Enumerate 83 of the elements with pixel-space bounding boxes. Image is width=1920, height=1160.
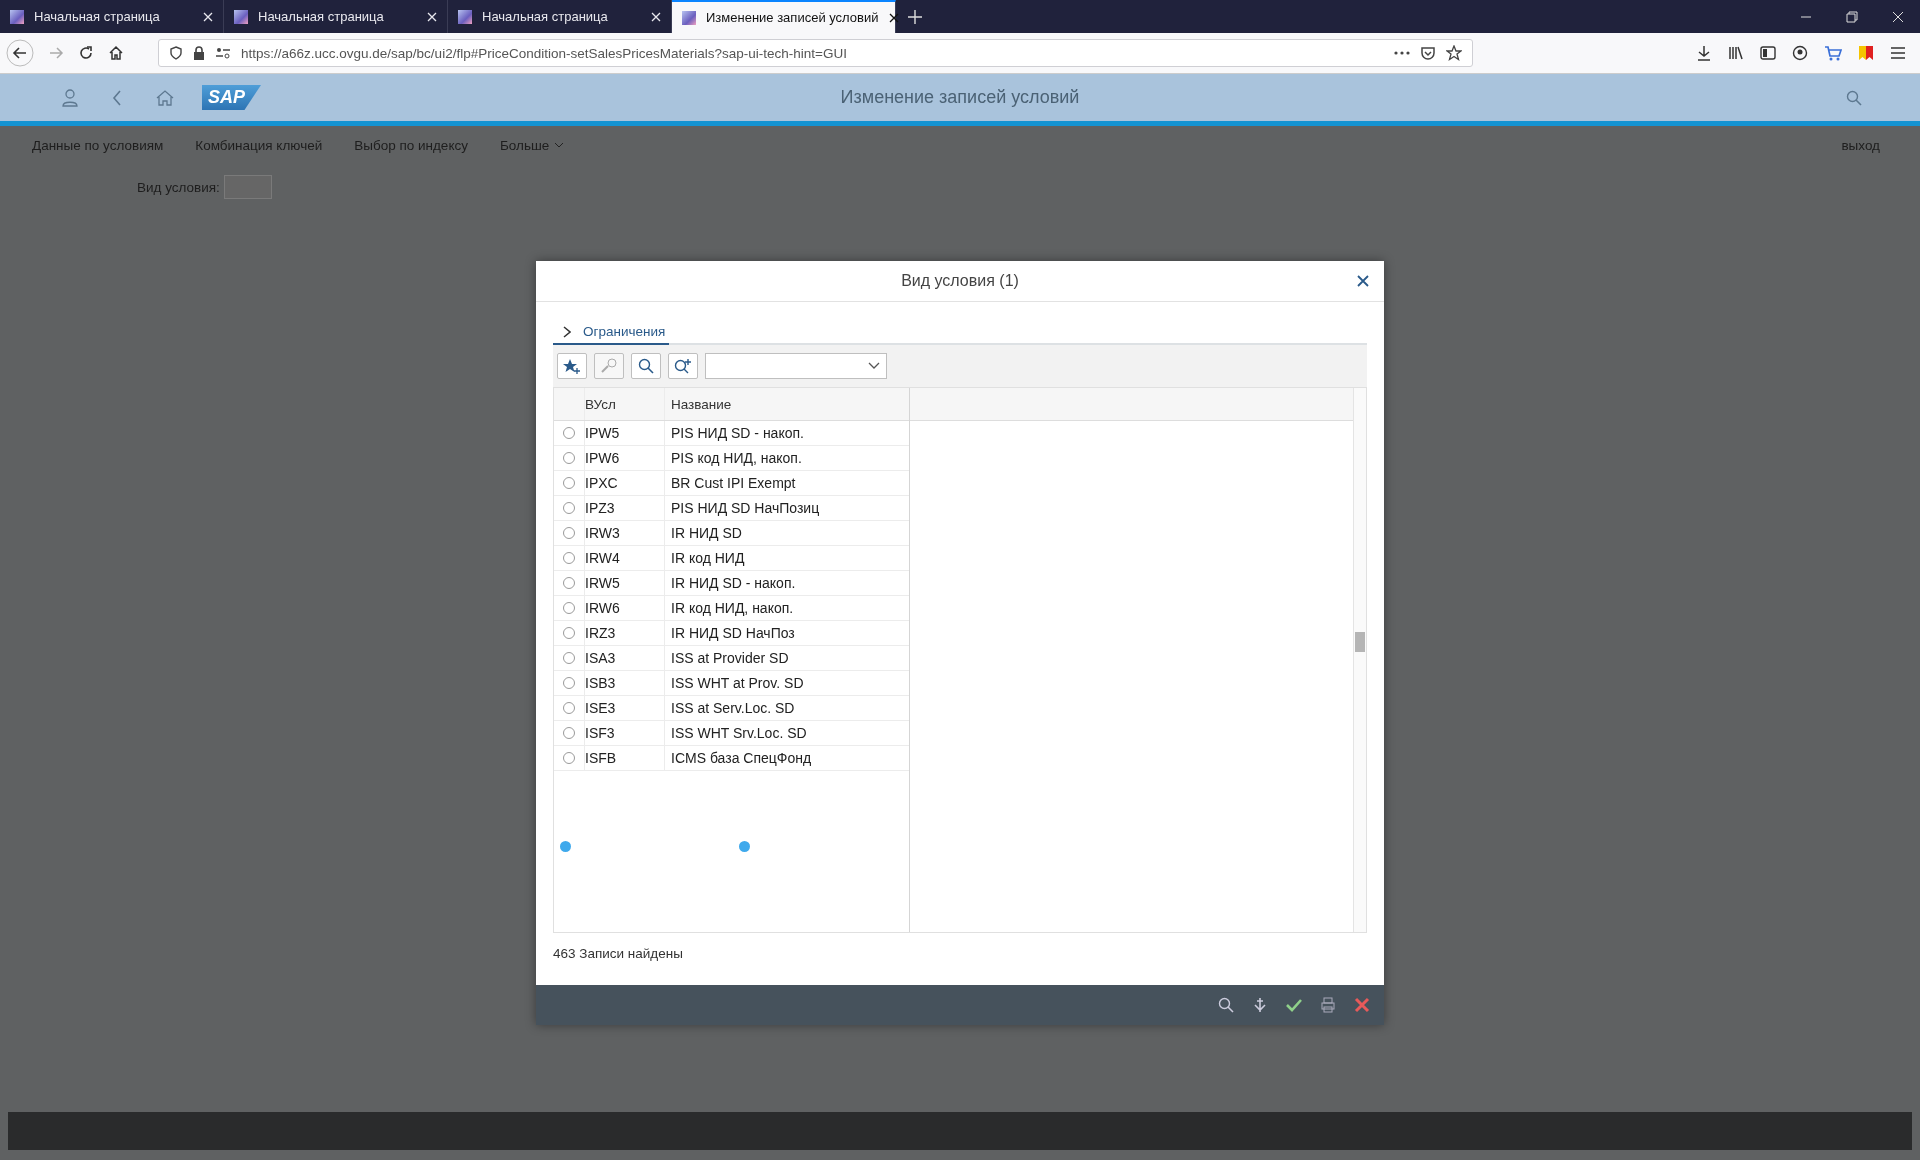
back-icon[interactable] [112,89,122,106]
table-cell-text: ISS WHT at Prov. SD [670,675,804,691]
browser-tab[interactable]: Изменение записей условий [672,0,896,33]
more-icon[interactable] [1394,51,1410,55]
table-cell: IRZ3 [585,621,665,645]
busy-indicator-dot [560,841,571,852]
table-cell-text: ISS at Serv.Loc. SD [670,700,795,716]
star-plus-icon [563,358,581,374]
status-text: 463 Записи найдены [553,945,684,961]
table-cell: IRW6 [585,596,665,620]
cancel-icon[interactable] [1354,997,1370,1013]
search-more-button[interactable] [668,353,698,379]
table-cell-text: BR Cust IPI Exempt [670,475,796,491]
table-cell-text: IR НИД SD - накоп. [670,575,796,591]
table-cell-text: IR НИД SD НачПоз [670,625,795,641]
search-icon[interactable] [1218,997,1234,1013]
close-icon[interactable] [888,12,899,23]
download-icon[interactable] [1696,45,1712,61]
reload-icon[interactable] [78,45,94,61]
cart-icon[interactable] [1824,45,1842,61]
table-cell: IPW6 [585,446,665,470]
column-header[interactable]: Название [665,396,732,412]
field-label: Вид условия: [137,179,220,195]
table-cell-text: PIS код НИД, накоп. [670,450,802,466]
table-cell: IRW3 [585,521,665,545]
table-cell: ISA3 [585,646,665,670]
scrollbar-thumb[interactable] [1355,632,1365,652]
menu-icon[interactable] [1890,45,1906,61]
plus-icon[interactable] [908,9,922,24]
table-cell-text: PIS НИД SD - накоп. [670,425,804,441]
logo[interactable]: SAP [202,85,261,110]
table-cell: IRW5 [585,571,665,595]
restore-icon[interactable] [1846,10,1858,23]
table-cell: ISB3 [585,671,665,695]
permissions-icon[interactable] [215,46,231,60]
table-cell: ISFB [585,746,665,770]
search-button[interactable] [631,353,661,379]
shield-icon[interactable] [169,46,183,60]
star-icon[interactable] [1446,45,1462,61]
account-icon[interactable] [1792,45,1808,61]
chevron-icon [563,325,571,338]
table-cell-text: ISS WHT Srv.Loc. SD [670,725,807,741]
table-cell-text: IR код НИД [670,550,745,566]
chevron-down-icon [554,142,565,148]
table-cell: ISF3 [585,721,665,745]
checkmark-icon[interactable] [1286,997,1302,1013]
search-icon [638,358,654,374]
close-icon[interactable] [1357,275,1369,287]
table-cell: IPW5 [585,421,665,445]
user-icon[interactable] [62,88,78,107]
anchor-icon[interactable] [1252,997,1268,1013]
page-icon [458,9,472,24]
page-icon [682,10,696,25]
table-cell-text: PIS НИД SD НачПозиц [670,500,820,516]
table-cell-text: IR НИД SD [670,525,742,541]
url-text: https://a66z.ucc.ovgu.de/sap/bc/ui2/flp#PriceCondition-setSalesPricesMaterials?sap-ui-tech-hint=GUI [241,45,847,61]
pocket-icon[interactable] [1420,45,1436,61]
table-cell: IPZ3 [585,496,665,520]
search-plus-icon [674,358,692,374]
page-icon [10,9,24,24]
table-cell: IPXC [585,471,665,495]
scrollbar[interactable] [1353,388,1366,932]
library-icon[interactable] [1728,45,1744,61]
address-bar[interactable]: https://a66z.ucc.ovgu.de/sap/bc/ui2/flp#PriceCondition-setSalesPricesMaterials?sap-ui-tech-hint=GUI [158,39,1473,67]
lock-icon [193,46,205,60]
sidebar-icon[interactable] [1760,45,1776,61]
add-favorite-button[interactable] [557,353,587,379]
condition-type-field[interactable] [223,175,272,199]
column-header[interactable]: ВУсл [585,388,665,420]
home-icon[interactable] [108,45,124,61]
table-cell-text: ICMS база СпецФонд [670,750,812,766]
table-cell-text: ISS at Provider SD [670,650,789,666]
printer-icon[interactable] [1320,997,1336,1013]
table-cell-text: IR код НИД, накоп. [670,600,794,616]
table-cell: ISE3 [585,696,665,720]
dialog-title: Вид условия (1) [901,272,1019,290]
app-title: Изменение записей условий [840,87,1080,108]
busy-indicator-dot [739,841,750,852]
chevron-down-icon [868,362,880,370]
search-icon[interactable] [1846,89,1862,106]
bookmark-flag-icon[interactable] [1858,45,1874,61]
page-icon [234,9,248,24]
table-cell: IRW4 [585,546,665,570]
